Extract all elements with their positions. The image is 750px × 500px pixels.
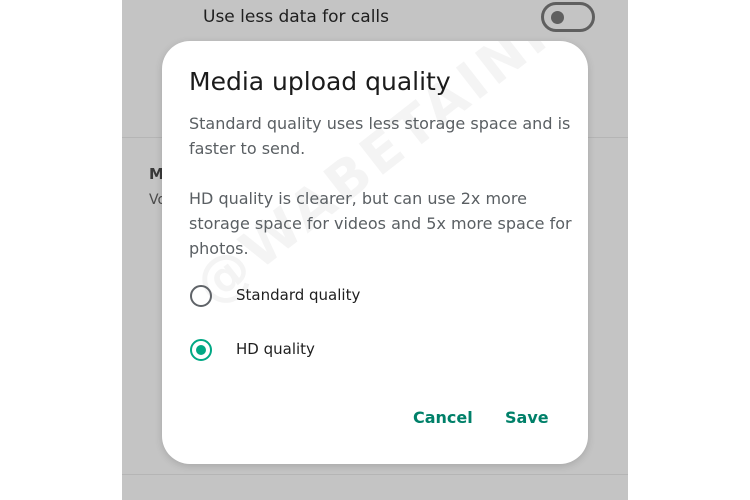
cancel-button[interactable]: Cancel [407,404,479,431]
option-label: HD quality [236,340,315,358]
divider [122,474,628,475]
option-standard-quality[interactable]: Standard quality [178,276,572,316]
setting-row-less-data-calls[interactable]: Use less data for calls [122,0,628,40]
radio-dot [196,345,206,355]
radio-unchecked-icon[interactable] [190,285,212,307]
toggle-knob [551,11,564,24]
setting-label: Use less data for calls [203,7,390,27]
less-data-toggle[interactable] [541,2,595,32]
dialog-description-standard: Standard quality uses less storage space… [189,114,571,158]
page: Use less data for calls M Vo @WABETAINFO… [0,0,750,500]
radio-checked-icon[interactable] [190,339,212,361]
dialog-description-hd: HD quality is clearer, but can use 2x mo… [189,189,572,258]
option-hd-quality[interactable]: HD quality [178,330,572,370]
dialog-title: Media upload quality [189,67,451,96]
save-button[interactable]: Save [499,404,555,431]
media-upload-quality-dialog: @WABETAINFO Media upload quality Standar… [162,41,588,464]
option-label: Standard quality [236,286,361,304]
